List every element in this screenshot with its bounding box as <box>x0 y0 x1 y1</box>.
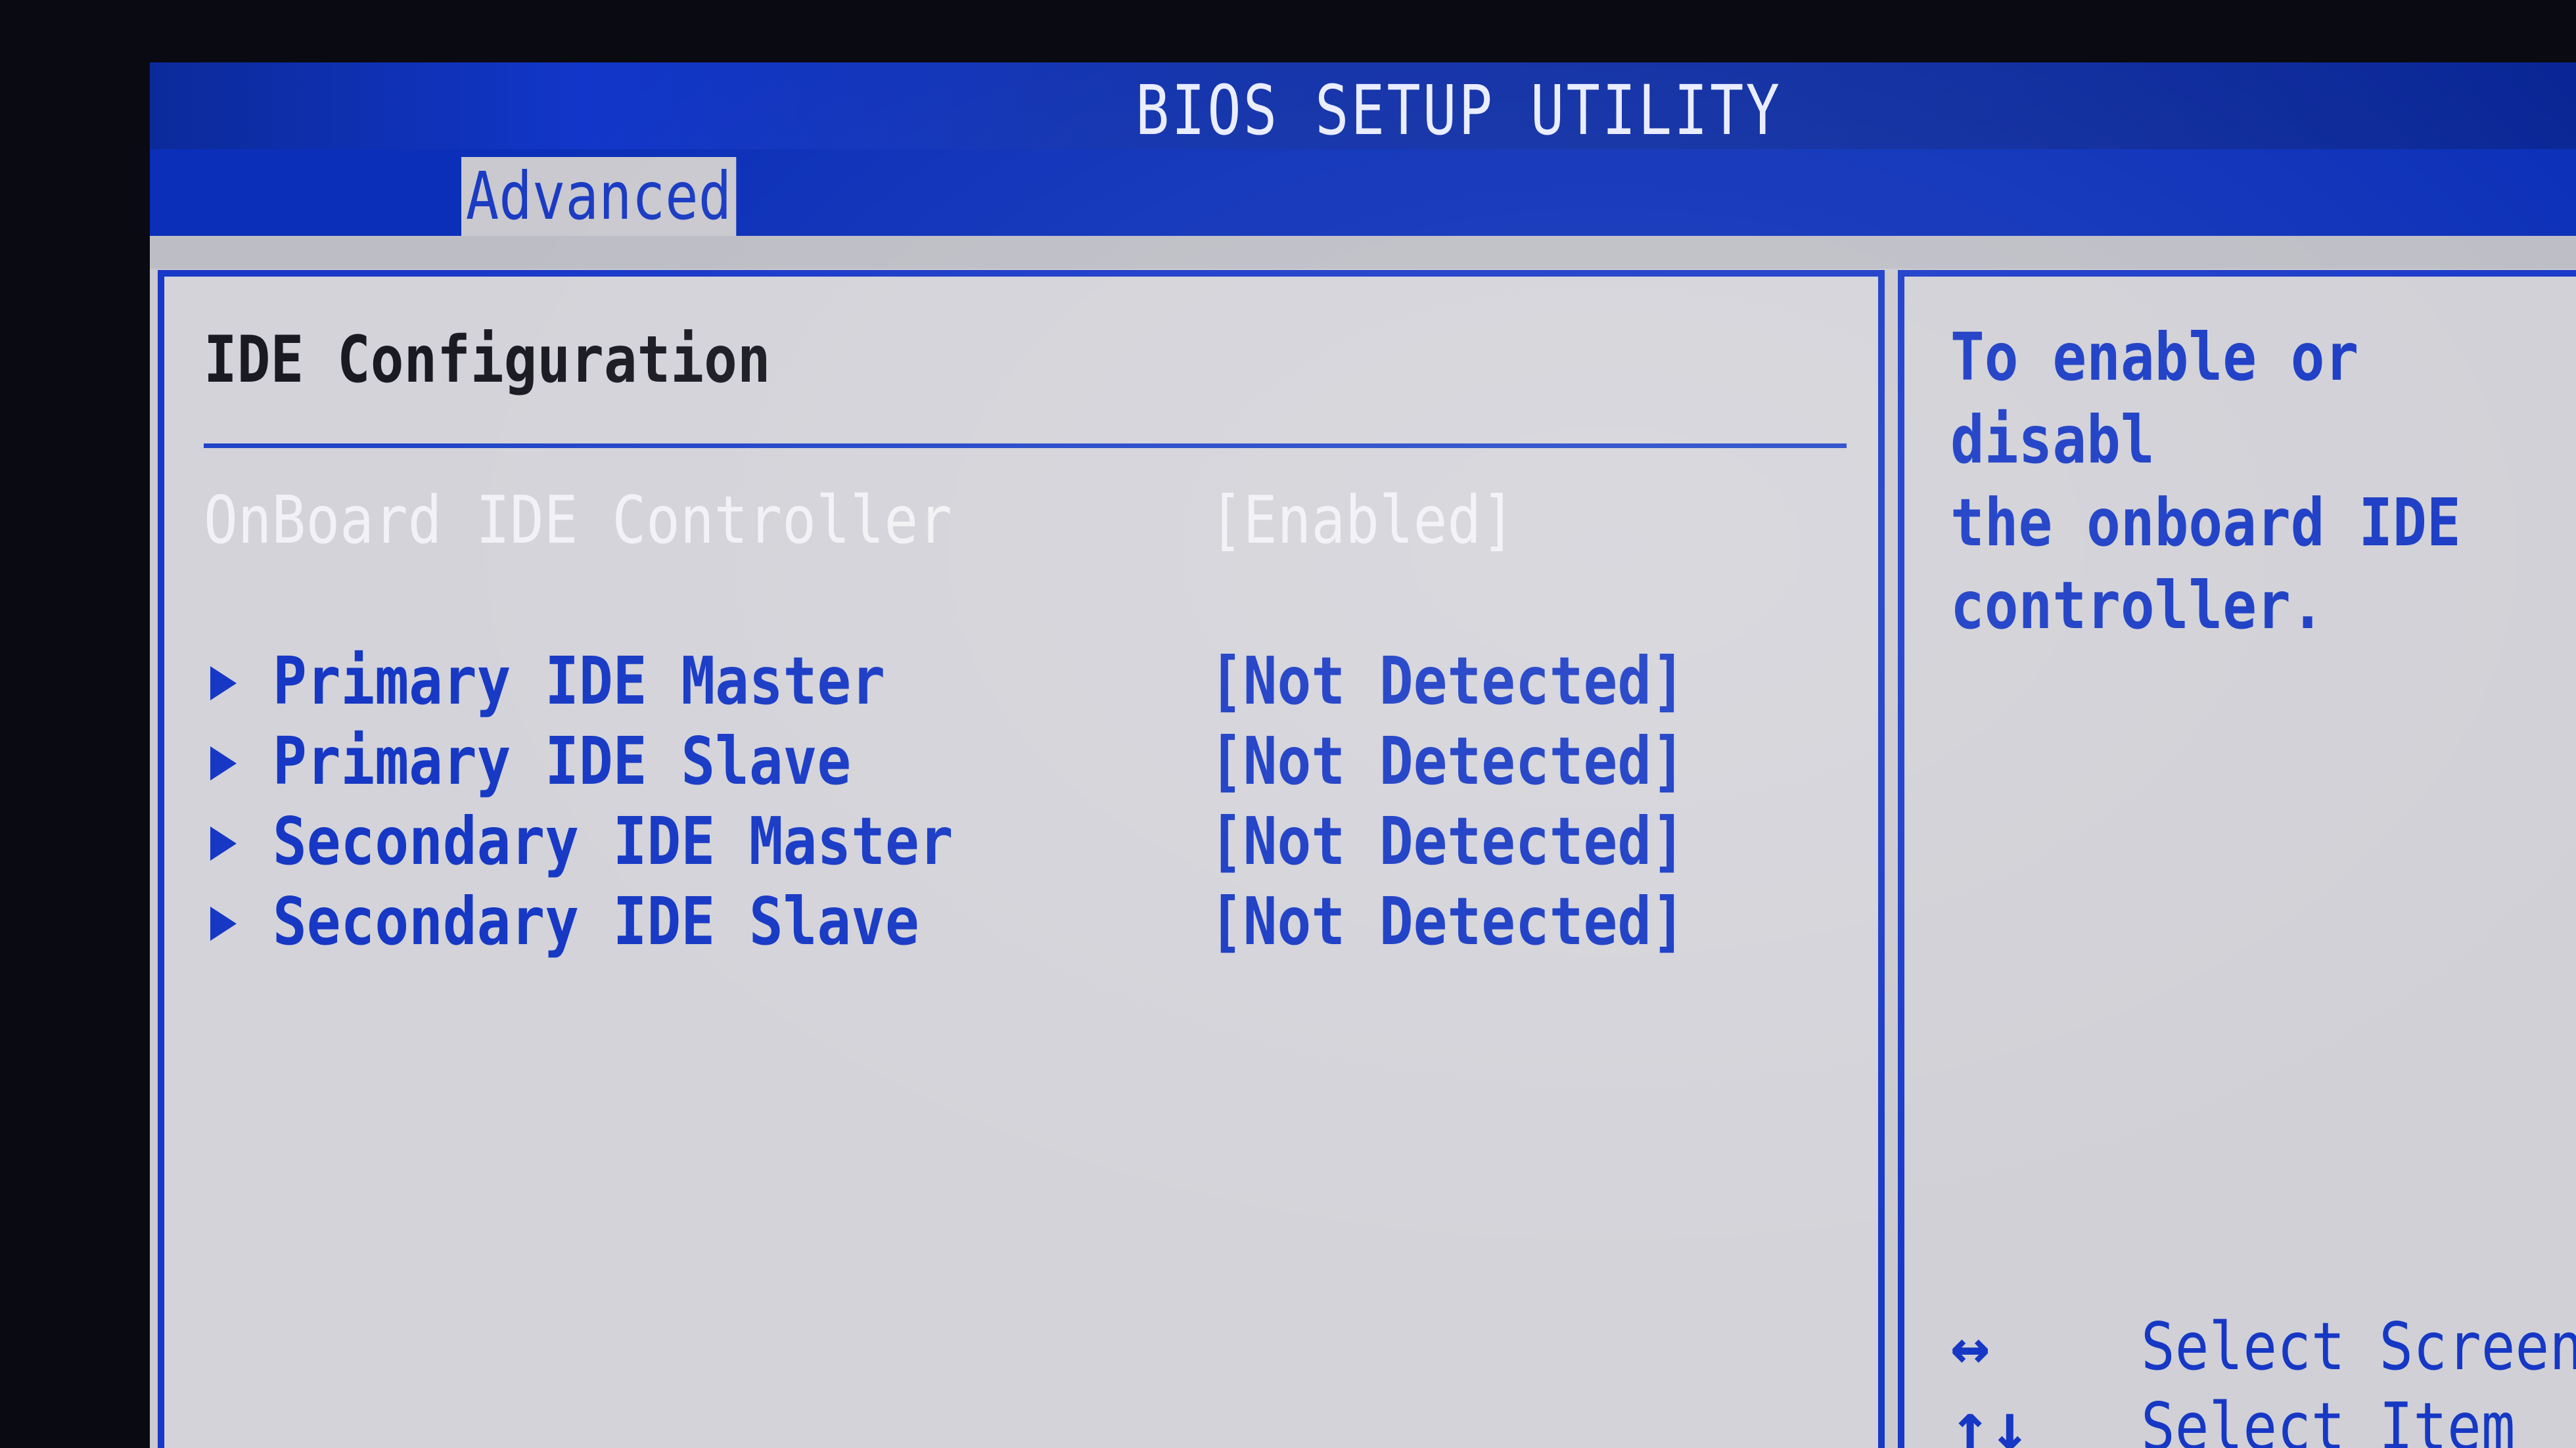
menu-item-value: [Not Detected] <box>1209 883 1686 960</box>
bios-screen: BIOS SETUP UTILITY Advanced IDE Configur… <box>150 62 2576 1448</box>
menu-item-value: [Not Detected] <box>1209 643 1686 719</box>
up-down-arrow-icon: ↑↓ <box>1950 1388 2030 1448</box>
help-panel: To enable or disabl the onboard IDE cont… <box>1898 270 2576 1448</box>
tab-bar: Advanced <box>150 149 2576 236</box>
section-title: IDE Configuration <box>204 323 771 397</box>
submenu-arrow-icon <box>210 826 237 861</box>
submenu-arrow-icon <box>210 666 237 700</box>
menu-item-label: Primary IDE Slave <box>273 723 852 800</box>
section-divider <box>204 443 1847 448</box>
menu-item-value[interactable]: [Enabled] <box>1209 482 1515 558</box>
menu-item-label: Secondary IDE Slave <box>273 883 919 960</box>
key-hint-label: Select Screen <box>2141 1308 2576 1385</box>
menu-item-secondary-ide-slave[interactable]: Secondary IDE Slave [Not Detected] <box>204 883 1847 962</box>
menu-item-value: [Not Detected] <box>1209 723 1686 800</box>
key-hint-label: Select Item <box>2141 1388 2516 1448</box>
key-hint-select-screen: ↔ Select Screen <box>1904 1308 2576 1387</box>
help-text: To enable or disabl the onboard IDE cont… <box>1950 319 2461 644</box>
menu-item-value: [Not Detected] <box>1209 803 1686 880</box>
menu-item-secondary-ide-master[interactable]: Secondary IDE Master [Not Detected] <box>204 803 1847 882</box>
menu-item-primary-ide-master[interactable]: Primary IDE Master [Not Detected] <box>204 643 1847 721</box>
menu-item-label: Primary IDE Master <box>273 643 885 719</box>
left-right-arrow-icon: ↔ <box>1950 1308 1990 1385</box>
settings-panel: IDE Configuration OnBoard IDE Controller… <box>158 270 1885 1448</box>
title-bar: BIOS SETUP UTILITY <box>150 62 2576 150</box>
tab-advanced[interactable]: Advanced <box>461 157 737 236</box>
submenu-arrow-icon <box>210 746 237 781</box>
menu-item-onboard-ide-controller[interactable]: OnBoard IDE Controller [Enabled] <box>204 482 1847 560</box>
menu-item-label: Secondary IDE Master <box>273 803 954 880</box>
key-hint-select-item: ↑↓ Select Item <box>1904 1388 2576 1448</box>
menu-item-label: OnBoard IDE Controller <box>204 482 953 558</box>
app-title: BIOS SETUP UTILITY <box>1136 70 1782 150</box>
header-divider <box>150 236 2576 269</box>
menu-item-primary-ide-slave[interactable]: Primary IDE Slave [Not Detected] <box>204 723 1847 802</box>
submenu-arrow-icon <box>210 907 237 941</box>
